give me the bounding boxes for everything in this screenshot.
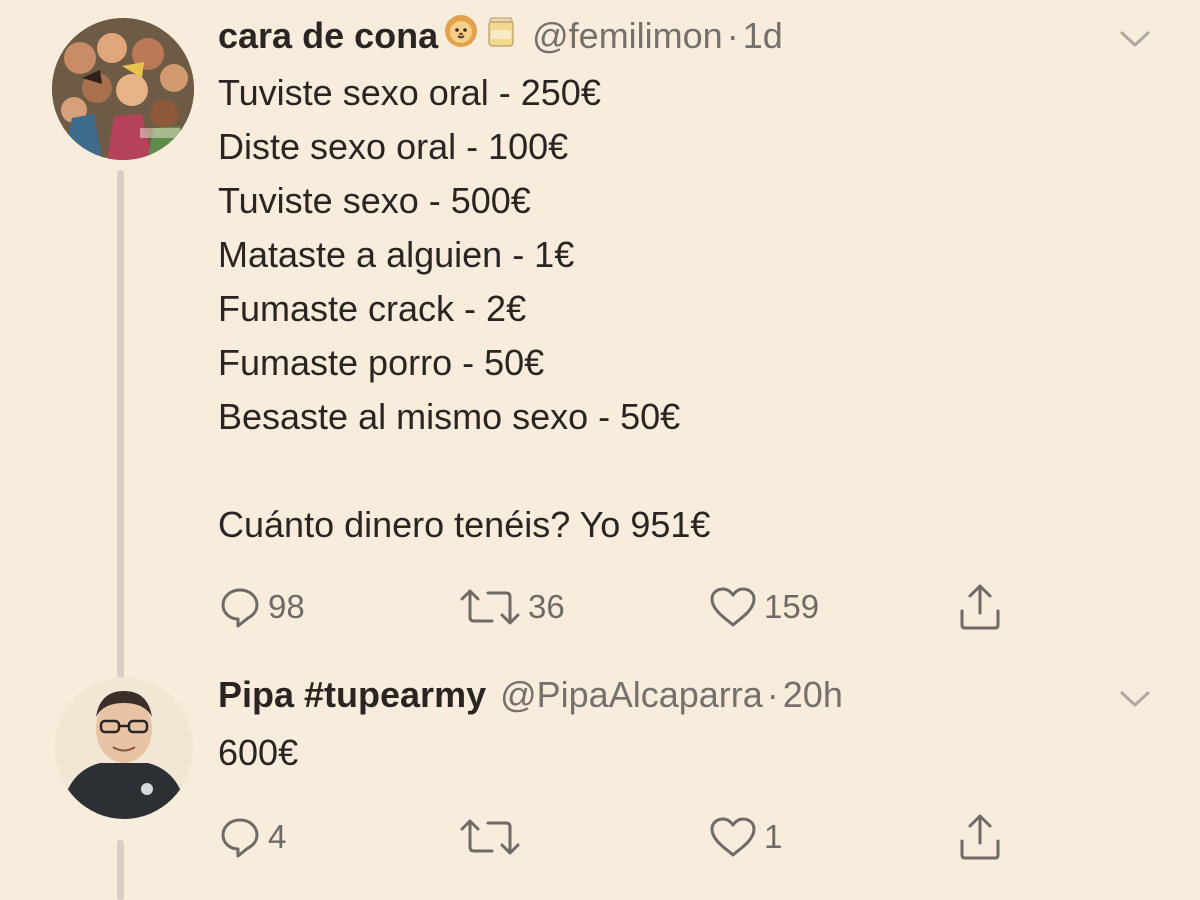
share-icon <box>960 814 1000 860</box>
handle[interactable]: @femilimon <box>532 16 723 56</box>
tweet-actions: 98 36 159 <box>218 583 1018 631</box>
heart-icon <box>710 587 756 627</box>
avatar[interactable] <box>55 677 193 819</box>
retweet-count: 36 <box>528 588 565 625</box>
tweet-header: Pipa #tupearmy @PipaAlcaparra · 20h <box>218 675 843 715</box>
share-icon <box>960 584 1000 630</box>
tweet-line: Diste sexo oral - 100€ <box>218 126 569 167</box>
lion-face-icon <box>444 14 478 48</box>
tweet-line: Mataste a alguien - 1€ <box>218 234 575 275</box>
reply-count: 4 <box>268 818 287 855</box>
timestamp[interactable]: 1d <box>743 16 783 56</box>
tweet-text: Tuviste sexo oral - 250€ Diste sexo oral… <box>218 66 710 552</box>
retweet-button[interactable] <box>458 813 528 861</box>
tweet-header: cara de cona @femilimon · 1d <box>218 14 783 56</box>
reply-icon <box>221 588 259 628</box>
tweet-line: Fumaste porro - 50€ <box>218 342 545 383</box>
like-button[interactable]: 1 <box>708 813 782 861</box>
share-button[interactable] <box>958 583 1002 631</box>
separator: · <box>726 15 739 56</box>
avatar-illustration <box>52 18 194 160</box>
heart-icon <box>710 817 756 857</box>
retweet-button[interactable]: 36 <box>458 583 565 631</box>
reply-button[interactable]: 4 <box>218 813 286 861</box>
tweet-line: Tuviste sexo oral - 250€ <box>218 72 601 113</box>
reply-button[interactable]: 98 <box>218 583 305 631</box>
reply-icon <box>221 818 259 858</box>
display-name[interactable]: Pipa #tupearmy <box>218 675 486 715</box>
tweet-actions: 4 1 <box>218 813 1018 861</box>
tweet-line: Fumaste crack - 2€ <box>218 288 527 329</box>
thread-connector <box>117 170 124 680</box>
avatar[interactable] <box>52 18 194 160</box>
avatar-photo <box>55 677 193 819</box>
reply-count: 98 <box>268 588 305 625</box>
tweet-question: Cuánto dinero tenéis? Yo 951€ <box>218 504 711 545</box>
handle[interactable]: @PipaAlcaparra <box>500 675 763 715</box>
separator: · <box>766 674 779 715</box>
honey-pot-icon <box>484 14 518 48</box>
share-button[interactable] <box>958 813 1002 861</box>
thread-connector-lower <box>117 840 124 900</box>
like-count: 1 <box>764 818 783 855</box>
tweet-line: Tuviste sexo - 500€ <box>218 180 531 221</box>
retweet-icon <box>460 819 520 855</box>
timestamp[interactable]: 20h <box>783 675 843 715</box>
retweet-icon <box>460 589 520 625</box>
display-name[interactable]: cara de cona <box>218 16 438 56</box>
like-count: 159 <box>764 588 820 625</box>
tweet-line: Besaste al mismo sexo - 50€ <box>218 396 681 437</box>
like-button[interactable]: 159 <box>708 583 819 631</box>
chevron-down-icon[interactable] <box>1118 28 1152 50</box>
chevron-down-icon[interactable] <box>1118 688 1152 710</box>
tweet-thread: cara de cona @femilimon · 1d Tuviste sex… <box>0 0 1200 900</box>
tweet-text: 600€ <box>218 732 299 773</box>
